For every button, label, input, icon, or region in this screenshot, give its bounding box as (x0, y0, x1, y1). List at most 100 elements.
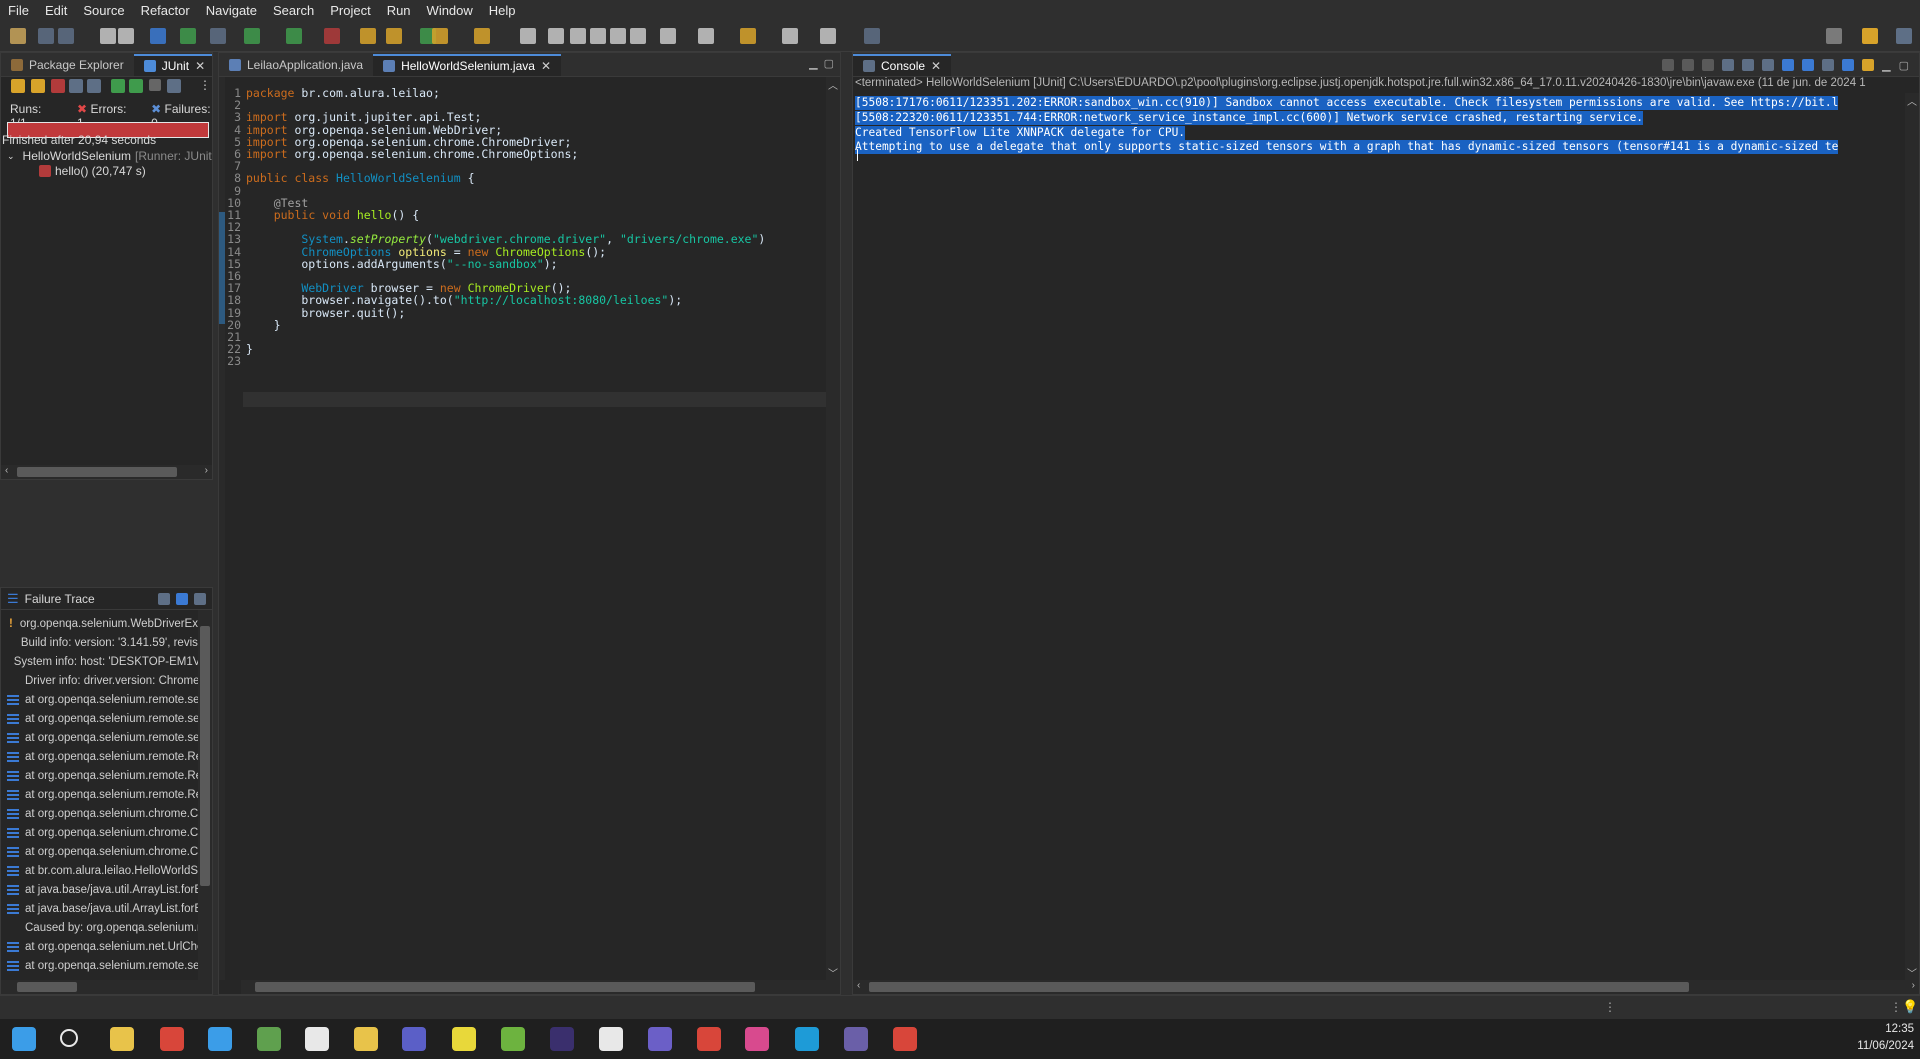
perspective-debug-icon[interactable] (1896, 28, 1912, 44)
git-icon[interactable] (354, 1027, 378, 1051)
chevron-down-icon[interactable]: ⌄ (7, 151, 15, 162)
scroll-right-icon[interactable]: › (205, 465, 208, 476)
scroll-right-icon[interactable]: › (1912, 980, 1915, 991)
spring-icon[interactable] (501, 1027, 525, 1051)
trace-row[interactable]: System info: host: 'DESKTOP-EM1VC7D', ip (1, 652, 212, 671)
tree-root[interactable]: ⌄ HelloWorldSelenium [Runner: JUnit 5] (… (7, 149, 212, 163)
tab-junit[interactable]: JUnit ✕ (133, 54, 212, 76)
chrome-icon[interactable] (160, 1027, 184, 1051)
open-perspective-icon[interactable] (864, 28, 880, 44)
trace-row[interactable]: at org.openqa.selenium.remote.RemoteW (1, 766, 212, 785)
trace-row[interactable]: at org.openqa.selenium.net.UrlChecker.w (1, 937, 212, 956)
external-tools-icon[interactable] (324, 28, 340, 44)
code-line[interactable]: public void hello() { (246, 208, 419, 223)
compare-icon[interactable] (158, 592, 170, 605)
scroll-lock-icon[interactable] (69, 79, 83, 93)
trace-row[interactable]: at org.openqa.selenium.remote.RemoteW (1, 747, 212, 766)
view-menu-icon[interactable]: ⋮ (199, 78, 211, 92)
horizontal-scrollbar[interactable]: ‹ › (853, 980, 1919, 994)
debug-icon[interactable] (180, 28, 196, 44)
teams-icon[interactable] (402, 1027, 426, 1051)
console-line[interactable]: [5508:22320:0611/123351.744:ERROR:networ… (855, 110, 1644, 125)
clear-console-icon[interactable] (1722, 59, 1735, 71)
file-explorer-icon[interactable] (110, 1027, 134, 1051)
layout-icon[interactable] (87, 79, 101, 93)
code-line[interactable]: package br.com.alura.leilao; (246, 86, 440, 101)
app-store-icon[interactable] (599, 1027, 623, 1051)
toggle-mark-icon[interactable] (520, 28, 536, 44)
stop-icon[interactable] (149, 79, 161, 91)
block-selection-icon[interactable] (590, 28, 606, 44)
eclipse-active-icon[interactable] (844, 1027, 868, 1051)
terminate-icon[interactable] (1662, 59, 1675, 71)
cygwin-icon[interactable] (305, 1027, 329, 1051)
redo-icon[interactable] (118, 28, 134, 44)
close-icon[interactable]: ✕ (541, 59, 551, 73)
maximize-icon[interactable]: ▢ (824, 57, 834, 70)
tab-leilao-application[interactable]: LeilaoApplication.java (219, 54, 373, 76)
minimize-icon[interactable]: ▁ (1882, 59, 1890, 72)
vscode-icon[interactable] (208, 1027, 232, 1051)
word-wrap-icon[interactable] (610, 28, 626, 44)
run-icon[interactable] (244, 28, 260, 44)
code-line[interactable]: } (246, 342, 253, 357)
menu-file[interactable]: File (0, 3, 37, 18)
vertical-scrollbar[interactable] (198, 610, 212, 980)
horizontal-scrollbar[interactable] (241, 980, 840, 994)
show-on-error-icon[interactable] (1802, 59, 1815, 71)
save-all-icon[interactable] (58, 28, 74, 44)
open-console-icon[interactable] (1862, 59, 1875, 71)
scroll-lock-icon[interactable] (1742, 59, 1755, 71)
trace-row[interactable]: Build info: version: '3.141.59', revisio… (1, 633, 212, 652)
trace-row[interactable]: at br.com.alura.leilao.HelloWorldSeleniu… (1, 861, 212, 880)
menu-edit[interactable]: Edit (37, 3, 75, 18)
trace-row[interactable]: at org.openqa.selenium.remote.service.D (1, 709, 212, 728)
rerun-icon[interactable] (111, 79, 125, 93)
node-icon[interactable] (257, 1027, 281, 1051)
perspective-java-icon[interactable] (1862, 28, 1878, 44)
scroll-down-icon[interactable]: ﹀ (1907, 965, 1917, 980)
trace-row[interactable]: Caused by: org.openqa.selenium.net.UrlC (1, 918, 212, 937)
rerun-failed-icon[interactable] (129, 79, 143, 93)
trace-row[interactable]: at org.openqa.selenium.chrome.Chromel (1, 804, 212, 823)
horizontal-scrollbar[interactable]: ‹ › (1, 465, 212, 479)
trace-row[interactable]: at org.openqa.selenium.remote.service.D (1, 728, 212, 747)
code-line[interactable]: } (246, 318, 281, 333)
remove-launch-icon[interactable] (1682, 59, 1695, 71)
trace-row[interactable]: ! org.openqa.selenium.WebDriverException: (1, 614, 212, 633)
sticky-notes-icon[interactable] (452, 1027, 476, 1051)
last-edit-icon[interactable] (740, 28, 756, 44)
scroll-thumb[interactable] (17, 467, 177, 477)
previous-failure-icon[interactable] (31, 79, 45, 93)
skip-breakpoints-icon[interactable] (210, 28, 226, 44)
scroll-up-icon[interactable]: ︿ (828, 77, 838, 92)
console-line[interactable]: Attempting to use a delegate that only s… (855, 140, 1839, 155)
trace-row[interactable]: at org.openqa.selenium.chrome.Chromel (1, 842, 212, 861)
trace-row[interactable]: at java.base/java.util.ArrayList.forEach… (1, 880, 212, 899)
intellij-icon[interactable] (745, 1027, 769, 1051)
toggle-breadcrumb-icon[interactable] (548, 28, 564, 44)
horizontal-scrollbar[interactable] (1, 980, 212, 994)
console-line[interactable]: [5508:17176:0611/123351.202:ERROR:sandbo… (855, 96, 1839, 110)
paint-icon[interactable] (697, 1027, 721, 1051)
menu-source[interactable]: Source (75, 3, 132, 18)
tab-package-explorer[interactable]: Package Explorer (1, 54, 134, 76)
console-icon[interactable] (150, 28, 166, 44)
undo-icon[interactable] (100, 28, 116, 44)
scroll-up-icon[interactable]: ︿ (1907, 93, 1917, 108)
edge-icon[interactable] (795, 1027, 819, 1051)
scroll-left-icon[interactable]: ‹ (857, 980, 860, 991)
previous-annotation-icon[interactable] (698, 28, 714, 44)
menu-window[interactable]: Window (419, 3, 481, 18)
trace-row[interactable]: Driver info: driver.version: ChromeDrive… (1, 671, 212, 690)
show-whitespace-icon[interactable] (570, 28, 586, 44)
menu-search[interactable]: Search (265, 3, 322, 18)
trace-row[interactable]: at org.openqa.selenium.chrome.Chromel (1, 823, 212, 842)
history-icon[interactable] (167, 79, 181, 93)
virtualbox-icon[interactable] (648, 1027, 672, 1051)
tip-icon[interactable]: 💡 (1902, 999, 1918, 1015)
vertical-scrollbar[interactable]: ︿ ﹀ (826, 77, 840, 980)
vertical-scrollbar[interactable]: ︿ ﹀ (1905, 93, 1919, 980)
tab-console[interactable]: Console ✕ (853, 54, 952, 76)
copy-icon[interactable] (194, 592, 206, 605)
